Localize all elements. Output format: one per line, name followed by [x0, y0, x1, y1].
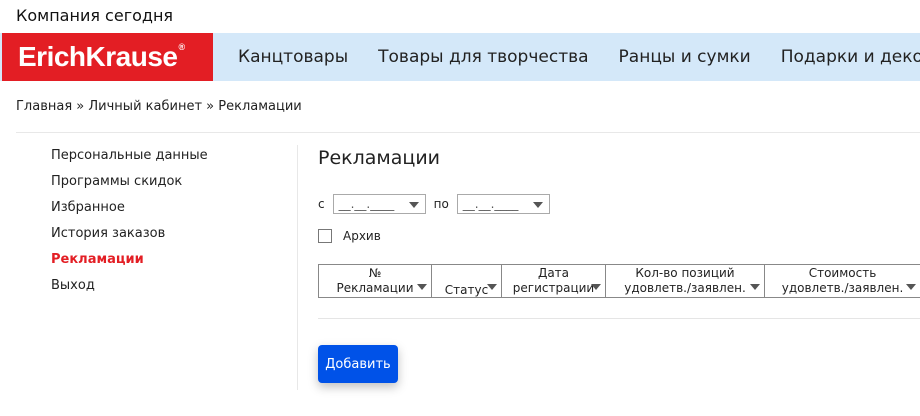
column-label: удовлетв./заявлен. [781, 281, 904, 295]
breadcrumb: Главная » Личный кабинет » Рекламации [16, 99, 302, 114]
column-label: Кол-во позиций [635, 266, 735, 280]
claims-table-header: № Рекламации Статус Дата регистрации Кол… [318, 264, 920, 298]
breadcrumb-current: Рекламации [218, 99, 302, 114]
breadcrumb-separator: » [206, 99, 215, 114]
sort-arrow-icon[interactable] [417, 284, 427, 290]
archive-label: Архив [343, 229, 381, 243]
column-positions-count[interactable]: Кол-во позиций удовлетв./заявлен. [606, 265, 765, 297]
sort-arrow-icon[interactable] [906, 284, 916, 290]
chevron-down-icon[interactable] [532, 202, 543, 208]
archive-checkbox[interactable] [318, 229, 332, 243]
page-title: Рекламации [318, 147, 441, 169]
sort-arrow-icon[interactable] [591, 284, 601, 290]
sort-arrow-icon[interactable] [487, 284, 497, 290]
column-label: Дата [537, 266, 570, 280]
sidebar-item-personal-data[interactable]: Персональные данные [51, 143, 208, 169]
breadcrumb-separator: » [76, 99, 85, 114]
sidebar-item-discount-programs[interactable]: Программы скидок [51, 169, 208, 195]
sidebar-item-claims[interactable]: Рекламации [51, 247, 208, 273]
to-label: по [433, 197, 449, 211]
sidebar-item-order-history[interactable]: История заказов [51, 221, 208, 247]
column-label: № [368, 266, 382, 280]
column-label: Стоимость [808, 266, 877, 280]
main-navbar: ErichKrause® Канцтовары Товары для творч… [0, 33, 920, 81]
date-from-value: __.__.____ [338, 197, 395, 211]
archive-filter: Архив [318, 229, 381, 243]
company-today-link[interactable]: Компания сегодня [16, 6, 173, 25]
table-bottom-divider [318, 318, 920, 319]
chevron-down-icon[interactable] [408, 202, 419, 208]
date-filter: с __.__.____ по __.__.____ [318, 194, 558, 214]
column-claim-number[interactable]: № Рекламации [319, 265, 432, 297]
column-label: регистрации [512, 281, 595, 295]
nav-item-stationery[interactable]: Канцтовары [238, 47, 348, 67]
column-cost[interactable]: Стоимость удовлетв./заявлен. [765, 265, 920, 297]
horizontal-divider [16, 132, 920, 133]
erichkrause-logo[interactable]: ErichKrause® [2, 33, 213, 81]
column-label: удовлетв./заявлен. [624, 281, 746, 295]
column-label: Статус [444, 283, 489, 297]
sort-arrow-icon[interactable] [750, 284, 760, 290]
sidebar-item-favorites[interactable]: Избранное [51, 195, 208, 221]
sidebar-item-logout[interactable]: Выход [51, 273, 208, 299]
date-to-value: __.__.____ [462, 197, 519, 211]
date-from-input[interactable]: __.__.____ [332, 194, 426, 214]
nav-item-bags[interactable]: Ранцы и сумки [619, 47, 751, 67]
column-label: Рекламации [336, 281, 414, 295]
column-status[interactable]: Статус [432, 265, 502, 297]
breadcrumb-home[interactable]: Главная [16, 99, 72, 114]
column-registration-date[interactable]: Дата регистрации [502, 265, 606, 297]
nav-item-gifts[interactable]: Подарки и декор [781, 47, 920, 67]
sidebar-menu: Персональные данные Программы скидок Изб… [51, 143, 208, 299]
nav-item-creativity[interactable]: Товары для творчества [378, 47, 588, 67]
add-claim-button[interactable]: Добавить [318, 345, 398, 383]
from-label: с [318, 197, 325, 211]
breadcrumb-account[interactable]: Личный кабинет [88, 99, 202, 114]
nav-menu: Канцтовары Товары для творчества Ранцы и… [238, 33, 920, 81]
vertical-divider [297, 145, 298, 390]
date-to-input[interactable]: __.__.____ [456, 194, 550, 214]
